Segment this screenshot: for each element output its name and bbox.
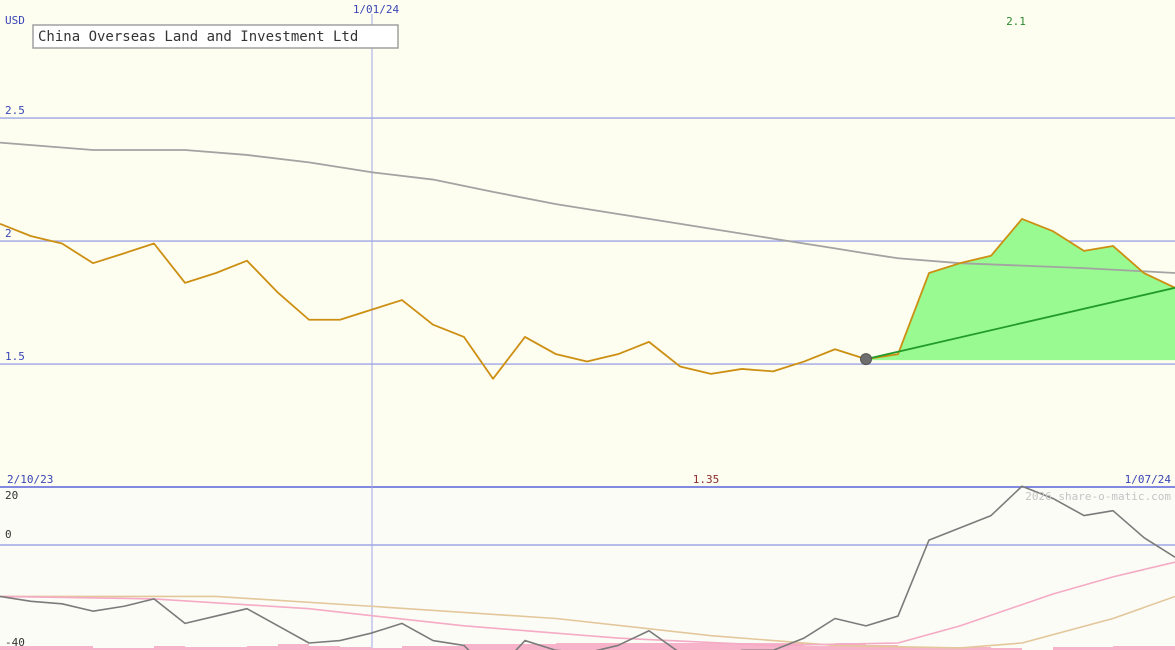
x-mid-date-label: 1/01/24 <box>353 3 400 16</box>
last-price-marker <box>860 353 872 366</box>
histogram-bar <box>309 646 340 650</box>
histogram-bar <box>247 646 278 650</box>
lower-panel-background <box>0 487 1175 650</box>
histogram-bar <box>804 646 835 650</box>
upper-panel-background <box>0 0 1175 487</box>
histogram-bar <box>278 644 309 650</box>
low-price-label: 1.35 <box>693 473 720 486</box>
chart-title-box: China Overseas Land and Investment Ltd <box>32 24 399 49</box>
chart-title: China Overseas Land and Investment Ltd <box>38 29 358 45</box>
lower-tick-label--40: -40 <box>5 636 25 649</box>
currency-label: USD <box>5 14 25 27</box>
y-tick-label-2: 2 <box>5 227 12 240</box>
histogram-bar <box>1113 646 1175 650</box>
stock-chart: 2.5 2 1.5 20 0 -40 USD 1/01/24 2.1 2/10/23 1.35 1/0… <box>0 0 1175 650</box>
target-price-label: 2.1 <box>1006 15 1026 28</box>
histogram-bar <box>402 646 464 650</box>
lower-tick-label-20: 20 <box>5 489 18 502</box>
lower-tick-label-0: 0 <box>5 528 12 541</box>
x-end-date-label: 1/07/24 <box>1125 473 1172 486</box>
y-tick-label-2.5: 2.5 <box>5 104 25 117</box>
watermark: 2026 share-o-matic.com <box>1025 490 1171 503</box>
histogram-bar <box>464 644 556 650</box>
x-start-date-label: 2/10/23 <box>7 473 53 486</box>
y-tick-label-1.5: 1.5 <box>5 350 25 363</box>
histogram-bar <box>154 646 185 650</box>
